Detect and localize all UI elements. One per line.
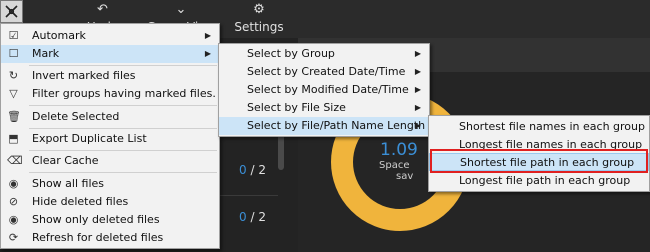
menu-separator xyxy=(29,128,217,129)
menu-item-label: Select by Group xyxy=(247,47,335,60)
submenu-arrow-icon: ▶ xyxy=(414,85,421,94)
space-saved-value: 1.09 xyxy=(380,140,418,160)
eye-slash-icon: ⊘ xyxy=(8,195,19,208)
submenu-arrow-icon: ▶ xyxy=(414,67,421,76)
menu-separator xyxy=(29,172,217,173)
gear-icon: ⚙ xyxy=(253,2,265,17)
menu-item-label: Automark xyxy=(32,29,86,42)
menu-item-select-by-name-length[interactable]: Select by File/Path Name Length ▶ xyxy=(219,117,429,135)
menu-item-label: Longest file path in each group xyxy=(459,174,631,187)
menu-item-invert-marked[interactable]: ↻ Invert marked files xyxy=(1,67,219,85)
marked-count: 0 / 2 xyxy=(239,163,266,177)
menu-separator xyxy=(29,105,217,106)
eye-icon: ◉ xyxy=(8,177,19,190)
menu-item-shortest-names[interactable]: Shortest file names in each group xyxy=(429,118,649,136)
submenu-arrow-icon: ▶ xyxy=(414,49,421,58)
menu-item-select-by-created[interactable]: Select by Created Date/Time ▶ xyxy=(219,63,429,81)
menu-item-label: Select by File Size xyxy=(247,101,346,114)
menu-item-mark[interactable]: ☐ Mark ▶ xyxy=(1,45,219,63)
mark-icon: ☐ xyxy=(8,47,19,60)
tools-context-menu: ☑ Automark ▶ ☐ Mark ▶ ↻ Invert marked fi… xyxy=(0,23,220,249)
menu-item-hide-deleted[interactable]: ⊘ Hide deleted files xyxy=(1,193,219,211)
tools-menu-button[interactable] xyxy=(0,0,23,23)
menu-separator xyxy=(29,150,217,151)
space-label: Space xyxy=(379,160,410,171)
eraser-icon: ⌫ xyxy=(7,154,23,167)
menu-item-label: Refresh for deleted files xyxy=(32,231,164,244)
refresh-icon: ⟳ xyxy=(8,231,19,244)
chevron-down-icon: ⌄ xyxy=(175,2,187,17)
menu-item-show-all[interactable]: ◉ Show all files xyxy=(1,175,219,193)
highlight-annotation-box xyxy=(430,149,648,173)
menu-item-label: Shortest file names in each group xyxy=(459,120,645,133)
menu-item-label: Show only deleted files xyxy=(32,213,160,226)
menu-item-label: Select by File/Path Name Length xyxy=(247,119,426,132)
automark-icon: ☑ xyxy=(8,29,19,42)
menu-item-label: Select by Modified Date/Time xyxy=(247,83,409,96)
settings-label: Settings xyxy=(234,20,284,34)
menu-item-label: Clear Cache xyxy=(32,154,99,167)
menu-item-label: Invert marked files xyxy=(32,69,136,82)
menu-item-label: Filter groups having marked files. xyxy=(32,87,216,100)
menu-item-label: Select by Created Date/Time xyxy=(247,65,406,78)
menu-item-label: Delete Selected xyxy=(32,110,120,123)
submenu-arrow-icon: ▶ xyxy=(414,121,421,130)
eye-icon: ◉ xyxy=(8,213,19,226)
menu-item-automark[interactable]: ☑ Automark ▶ xyxy=(1,27,219,45)
trash-icon: 🗑 xyxy=(7,110,21,123)
submenu-arrow-icon: ▶ xyxy=(414,103,421,112)
invert-icon: ↻ xyxy=(8,69,19,82)
menu-item-refresh-deleted[interactable]: ⟳ Refresh for deleted files xyxy=(1,229,219,247)
row-divider xyxy=(220,195,278,196)
marked-count: 0 / 2 xyxy=(239,210,266,224)
export-icon: ⬒ xyxy=(8,132,19,145)
menu-item-label: Show all files xyxy=(32,177,105,190)
menu-item-clear-cache[interactable]: ⌫ Clear Cache xyxy=(1,152,219,170)
submenu-arrow-icon: ▶ xyxy=(204,31,211,40)
tools-icon xyxy=(5,5,18,18)
menu-item-export-list[interactable]: ⬒ Export Duplicate List xyxy=(1,130,219,148)
menu-item-filter-groups[interactable]: ▽ Filter groups having marked files. xyxy=(1,85,219,103)
settings-button[interactable]: ⚙ Settings xyxy=(228,0,290,38)
mark-submenu: Select by Group ▶ Select by Created Date… xyxy=(218,43,430,137)
menu-item-longest-path[interactable]: Longest file path in each group xyxy=(429,172,649,190)
undo-icon: ↶ xyxy=(97,2,108,17)
menu-item-select-by-modified[interactable]: Select by Modified Date/Time ▶ xyxy=(219,81,429,99)
menu-item-label: Mark xyxy=(32,47,60,60)
menu-item-label: Hide deleted files xyxy=(32,195,129,208)
menu-item-label: Export Duplicate List xyxy=(32,132,147,145)
saved-label: sav xyxy=(396,171,414,182)
menu-item-select-by-group[interactable]: Select by Group ▶ xyxy=(219,45,429,63)
menu-item-select-by-size[interactable]: Select by File Size ▶ xyxy=(219,99,429,117)
menu-item-show-only-deleted[interactable]: ◉ Show only deleted files xyxy=(1,211,219,229)
submenu-arrow-icon: ▶ xyxy=(204,49,211,58)
menu-separator xyxy=(29,65,217,66)
menu-item-delete-selected[interactable]: 🗑 Delete Selected xyxy=(1,108,219,126)
filter-icon: ▽ xyxy=(9,87,18,100)
